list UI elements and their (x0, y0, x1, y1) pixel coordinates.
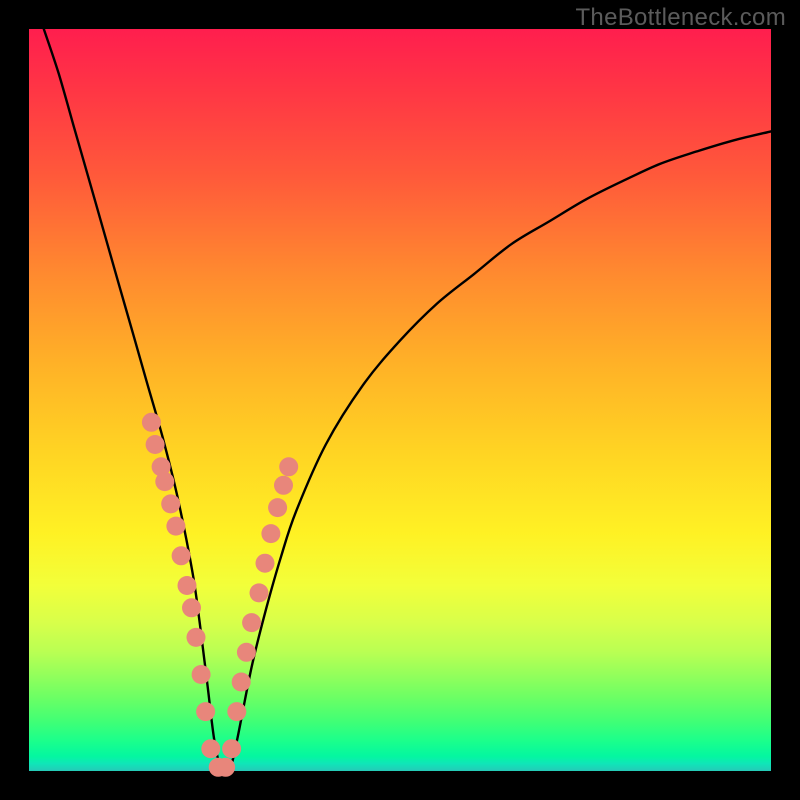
marker-dot (227, 702, 246, 721)
watermark-text: TheBottleneck.com (575, 4, 786, 32)
marker-dot (155, 472, 174, 491)
marker-dot (232, 673, 251, 692)
highlight-dots (142, 413, 298, 777)
marker-dot (178, 576, 197, 595)
marker-dot (172, 546, 191, 565)
marker-dot (222, 739, 241, 758)
marker-dot (256, 554, 275, 573)
plot-area (29, 29, 771, 771)
marker-dot (182, 598, 201, 617)
marker-dot (187, 628, 206, 647)
marker-dot (146, 435, 165, 454)
chart-svg (29, 29, 771, 771)
marker-dot (192, 665, 211, 684)
marker-dot (196, 702, 215, 721)
marker-dot (250, 583, 269, 602)
marker-dot (261, 524, 280, 543)
marker-dot (166, 517, 185, 536)
bottleneck-curve (44, 29, 771, 775)
marker-dot (274, 476, 293, 495)
marker-dot (201, 739, 220, 758)
marker-dot (216, 758, 235, 777)
marker-dot (142, 413, 161, 432)
marker-dot (268, 498, 287, 517)
marker-dot (279, 457, 298, 476)
marker-dot (237, 643, 256, 662)
marker-dot (161, 494, 180, 513)
marker-dot (242, 613, 261, 632)
chart-frame: TheBottleneck.com (0, 0, 800, 800)
